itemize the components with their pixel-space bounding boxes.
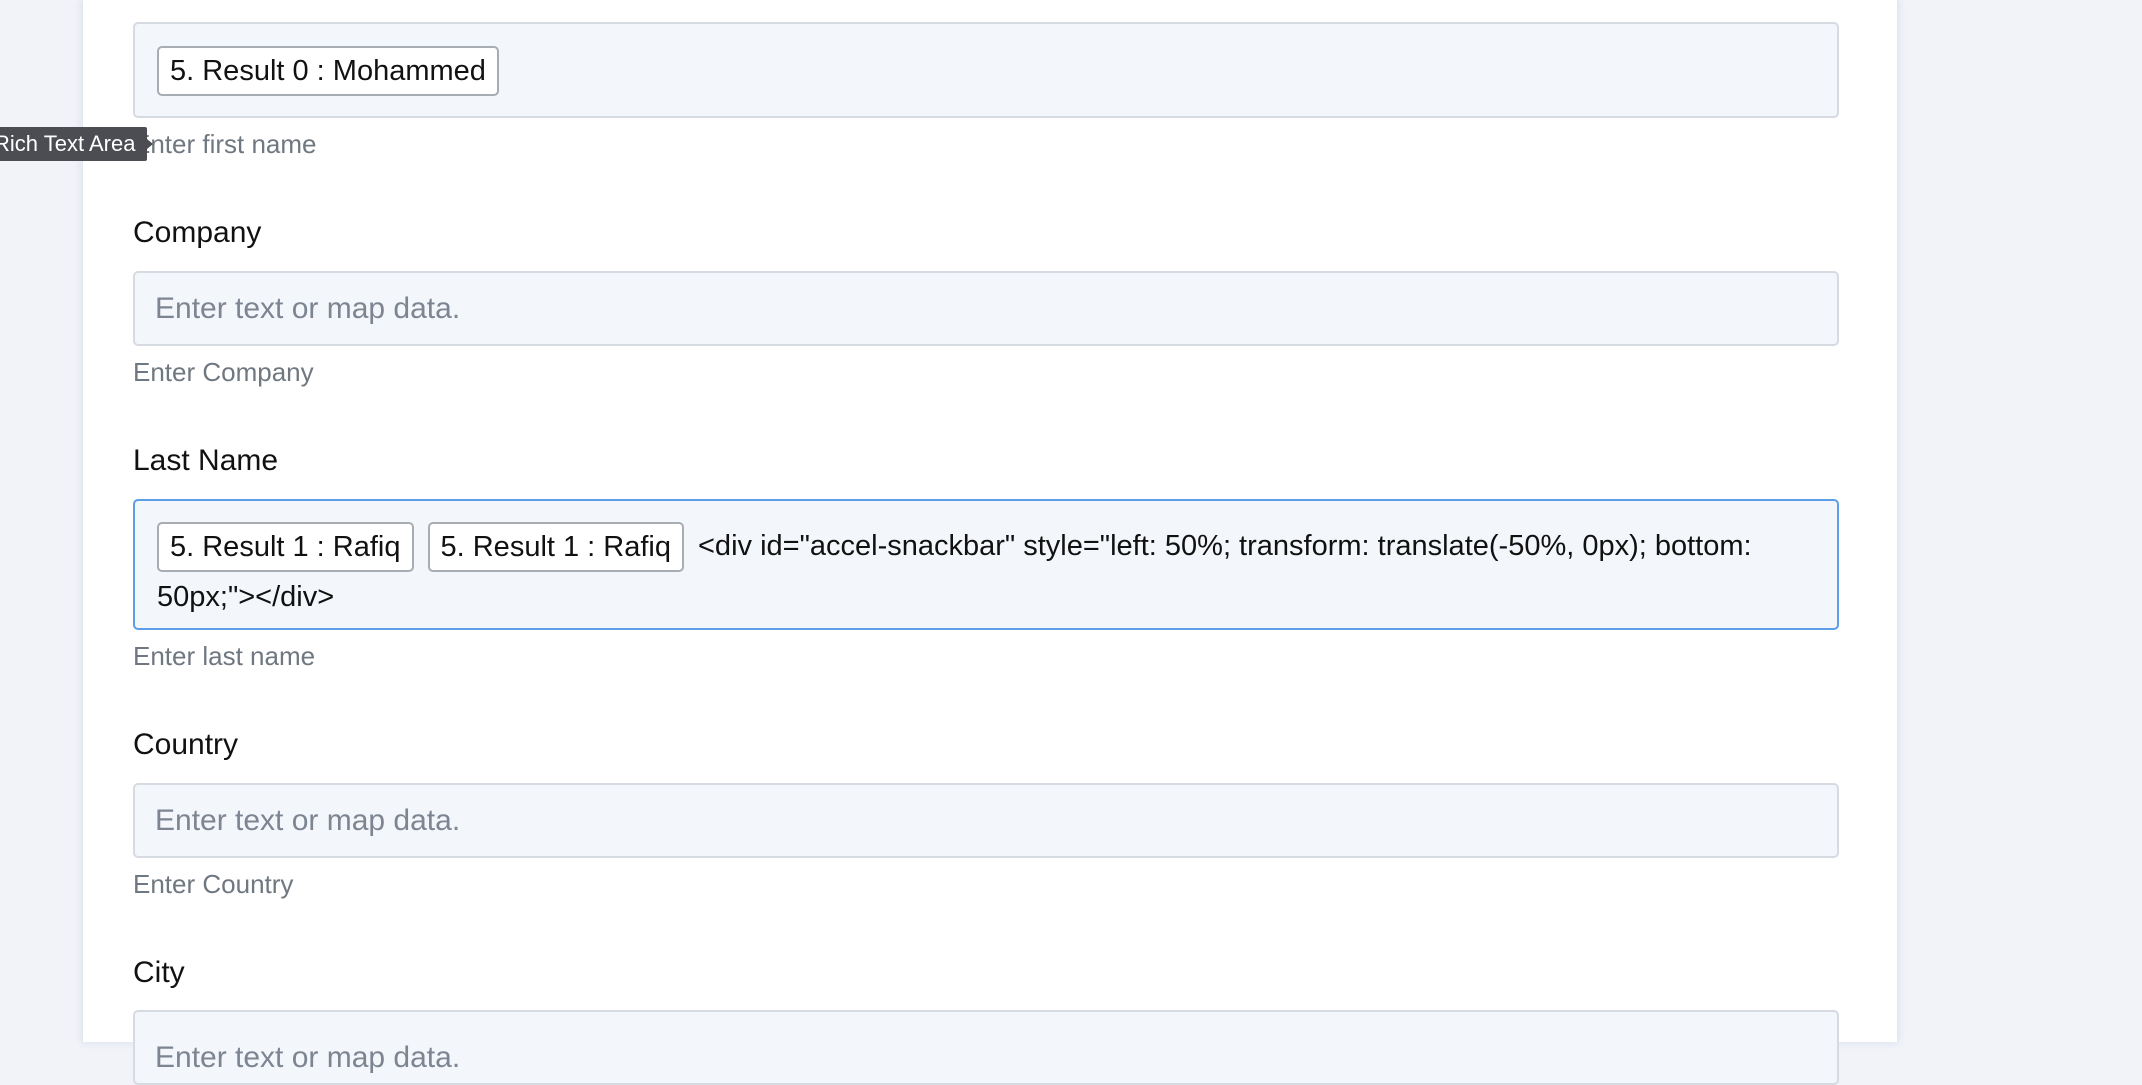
country-hint: Enter Country: [133, 869, 294, 899]
variable-chip[interactable]: 5. Result 1 : Rafiq: [427, 522, 684, 573]
company-label: Company: [133, 216, 262, 249]
country-label: Country: [133, 728, 239, 761]
city-label: City: [133, 956, 185, 989]
first-name-hint: Enter first name: [133, 129, 317, 159]
company-hint: Enter Company: [133, 357, 314, 387]
tooltip-text: Rich Text Area: [0, 131, 136, 156]
city-placeholder: Enter text or map data.: [155, 1041, 461, 1074]
last-name-field[interactable]: 5. Result 1 : Rafiq 5. Result 1 : Rafiq <d…: [133, 499, 1839, 630]
country-field[interactable]: Enter text or map data.: [133, 783, 1839, 858]
variable-chip[interactable]: 5. Result 1 : Rafiq: [157, 522, 414, 573]
country-placeholder: Enter text or map data.: [155, 803, 461, 837]
last-name-hint: Enter last name: [133, 641, 316, 671]
first-name-field[interactable]: 5. Result 0 : Mohammed: [133, 22, 1839, 118]
variable-chip[interactable]: 5. Result 0 : Mohammed: [157, 46, 499, 97]
city-field[interactable]: Enter text or map data.: [133, 1010, 1839, 1085]
company-placeholder: Enter text or map data.: [155, 291, 461, 325]
company-field[interactable]: Enter text or map data.: [133, 271, 1839, 346]
last-name-label: Last Name: [133, 444, 279, 477]
rich-text-area-tooltip: Rich Text Area: [0, 127, 154, 161]
